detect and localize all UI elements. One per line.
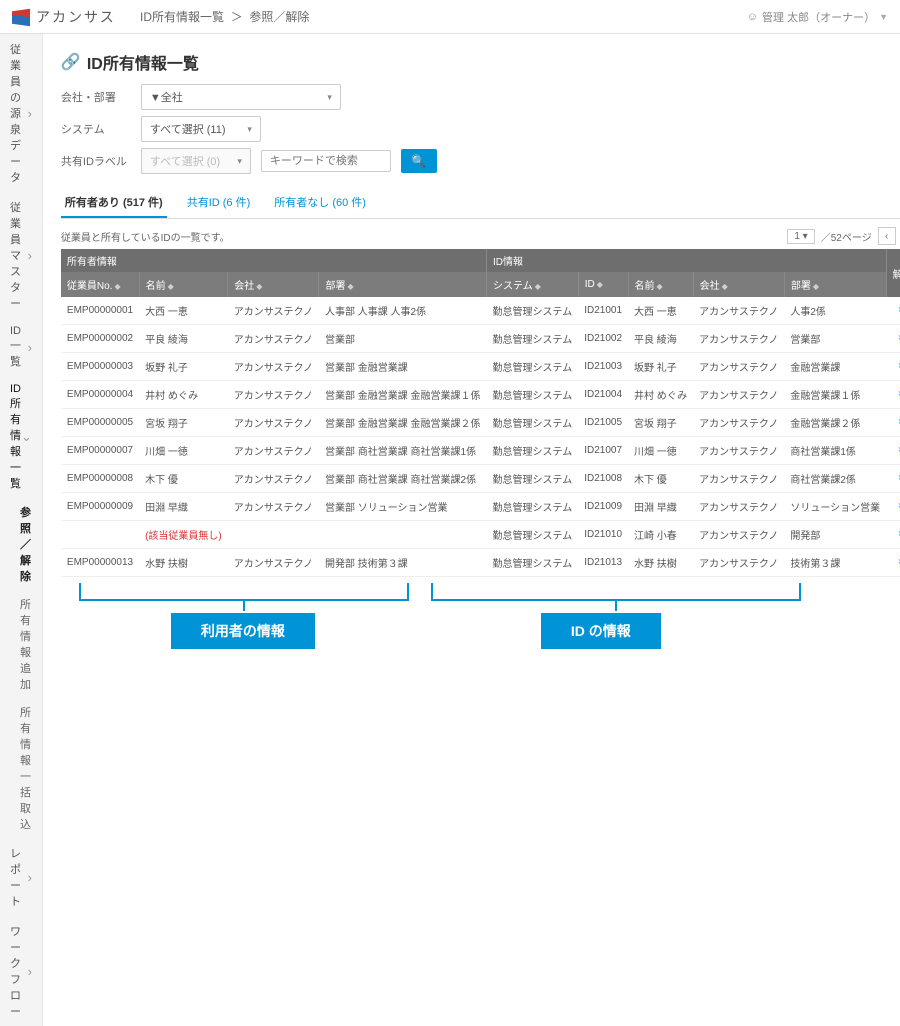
tab[interactable]: 所有者あり (517 件) [61,188,167,218]
th[interactable]: 名前◆ [628,272,693,297]
sidebar-item[interactable]: ID一覧› [0,318,42,376]
table-row: EMP00000007川畑 一徳アカンサステクノ営業部 商社営業課 商社営業課1… [61,437,900,465]
filter-shared-dropdown[interactable]: すべて選択 (0)▾ [141,148,251,174]
sidebar-subitem[interactable]: 所有情報一括取込 [0,698,42,838]
sidebar-subitem[interactable]: 参照／解除 [0,498,42,590]
table-row: EMP00000004井村 めぐみアカンサステクノ営業部 金融営業課 金融営業課… [61,381,900,409]
chevron-down-icon: ▾ [327,92,332,103]
unlink-button[interactable]: ✂ [886,409,900,437]
filter-sys-dropdown[interactable]: すべて選択 (11)▾ [141,116,261,142]
page-size-select[interactable]: 1 ▾ [787,229,814,244]
search-button[interactable]: 🔍 [401,149,437,173]
th-delete: 解除 [886,249,900,297]
chevron-down-icon: ▼ [879,12,888,22]
unlink-button[interactable]: ✂ [886,465,900,493]
brand-name: アカンサス [36,7,116,27]
breadcrumb-b: 参照／解除 [249,10,309,24]
bracket-left [79,583,409,601]
th[interactable]: 会社◆ [693,272,784,297]
th[interactable]: 会社◆ [228,272,319,297]
sidebar-item[interactable]: ワークフロー› [0,916,42,1026]
tab[interactable]: 共有ID (6 件) [183,188,255,218]
user-name: 管理 太郎（オーナー） [762,9,875,25]
chevron-down-icon: ⌄ [21,429,32,445]
annot-right: ID の情報 [541,613,661,649]
user-menu[interactable]: ☺ 管理 太郎（オーナー） ▼ [747,9,888,25]
th-group-owner: 所有者情報 [61,249,487,272]
user-icon: ☺ [747,11,758,23]
search-icon: 🔍 [411,154,426,168]
unlink-button[interactable]: ✂ [886,437,900,465]
th-group-id: ID情報 [487,249,887,272]
table-row: EMP00000005宮坂 翔子アカンサステクノ営業部 金融営業課 金融営業課２… [61,409,900,437]
annot-left: 利用者の情報 [171,613,315,649]
unlink-button[interactable]: ✂ [886,549,900,577]
page-title: 🔗 ID所有情報一覧 [61,50,900,74]
sidebar: 従業員の源泉データ›従業員マスター›ID一覧›ID所有情報一覧⌄参照／解除所有情… [0,34,43,1026]
logo-icon [12,10,30,24]
pager-prev-button[interactable]: ‹ [878,227,896,245]
bracket-right [431,583,801,601]
table-row: EMP00000008木下 優アカンサステクノ営業部 商社営業課 商社営業課2係… [61,465,900,493]
filter-org-label: 会社・部署 [61,89,131,105]
th[interactable]: 部署◆ [319,272,487,297]
unlink-button[interactable]: ✂ [886,521,900,549]
unlink-button[interactable]: ✂ [886,325,900,353]
logo: アカンサス [12,7,140,27]
chevron-right-icon: › [28,106,32,121]
chevron-right-icon: › [28,870,32,885]
table-row: EMP00000002平良 綾海アカンサステクノ営業部勤怠管理システムID210… [61,325,900,353]
th[interactable]: ID◆ [578,272,628,297]
tab[interactable]: 所有者なし (60 件) [270,188,370,218]
sidebar-subitem[interactable]: 所有情報追加 [0,590,42,698]
th[interactable]: 従業員No.◆ [61,272,139,297]
filter-org-dropdown[interactable]: ▼全社▾ [141,84,341,110]
link-icon: 🔗 [61,52,81,72]
breadcrumb-a[interactable]: ID所有情報一覧 [140,10,224,24]
chevron-right-icon: › [28,340,32,355]
th[interactable]: システム◆ [487,272,579,297]
sidebar-item[interactable]: ID所有情報一覧⌄ [0,376,42,498]
sidebar-item[interactable]: レポート› [0,838,42,916]
chevron-right-icon: › [28,248,32,263]
sidebar-item[interactable]: 従業員マスター› [0,192,42,318]
topbar: アカンサス ID所有情報一覧 ＞ 参照／解除 ☺ 管理 太郎（オーナー） ▼ [0,0,900,34]
table-row: EMP00000001大西 一恵アカンサステクノ人事部 人事課 人事2係勤怠管理… [61,297,900,325]
table-row: (該当従業員無し)勤怠管理システムID21010江崎 小春アカンサステクノ開発部… [61,521,900,549]
unlink-button[interactable]: ✂ [886,297,900,325]
pager: 1 ▾ ／52ページ ‹ › [787,227,900,245]
page-total: ／52ページ [821,229,872,244]
unlink-button[interactable]: ✂ [886,493,900,521]
table-row: EMP00000009田淵 早織アカンサステクノ営業部 ソリューション営業勤怠管… [61,493,900,521]
keyword-input[interactable] [261,150,391,172]
unlink-button[interactable]: ✂ [886,381,900,409]
tabs: 所有者あり (517 件) 共有ID (6 件) 所有者なし (60 件) [61,188,900,219]
th[interactable]: 部署◆ [784,272,886,297]
table-row: EMP00000003坂野 礼子アカンサステクノ営業部 金融営業課勤怠管理システ… [61,353,900,381]
table-note: 従業員と所有しているIDの一覧です。 [61,229,230,244]
caret-down-icon: ▾ [247,124,252,135]
sidebar-item[interactable]: 従業員の源泉データ› [0,34,42,192]
chevron-right-icon: › [28,964,32,979]
filter-sys-label: システム [61,121,131,137]
annotation: 利用者の情報 ID の情報 [61,583,900,649]
caret-down-icon: ▾ [237,156,242,167]
main: 🔗 ID所有情報一覧 会社・部署 ▼全社▾ システム すべて選択 (11)▾ 共… [43,34,900,1026]
filter-shared-label: 共有IDラベル [61,153,131,169]
unlink-button[interactable]: ✂ [886,353,900,381]
table-row: EMP00000013水野 扶樹アカンサステクノ開発部 技術第３課勤怠管理システ… [61,549,900,577]
breadcrumb: ID所有情報一覧 ＞ 参照／解除 [140,8,747,25]
th[interactable]: 名前◆ [139,272,228,297]
data-table: 所有者情報 ID情報 解除 従業員No.◆名前◆会社◆部署◆システム◆ID◆名前… [61,249,900,577]
